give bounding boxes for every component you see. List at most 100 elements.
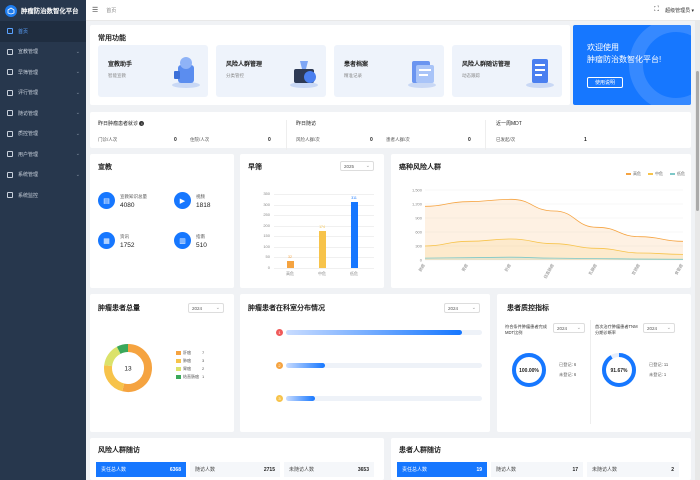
banner-line2: 肿瘤防治数智化平台! — [587, 55, 662, 64]
robot-illustration-icon — [172, 57, 200, 88]
pill-value: 2715 — [263, 466, 275, 473]
scrollbar-thumb[interactable] — [696, 71, 699, 211]
video-icon: ▶ — [174, 192, 191, 209]
app-title: 肿瘤防治数智化平台 — [21, 8, 79, 15]
sidebar-item-3[interactable]: 评行管理 ⌄ — [0, 83, 86, 104]
banner-line1: 欢迎使用 — [587, 43, 619, 52]
sidebar-item-2[interactable]: 早筛管理 ⌄ — [0, 62, 86, 83]
edu-video-label: 视频 — [196, 194, 205, 199]
mdt-initiated-value: 1 — [584, 137, 587, 143]
feature-card-risk-followup[interactable]: 风险人群随访管理 动态跟踪 — [452, 45, 562, 97]
patient-total-pill[interactable]: 责任总人数 19 — [397, 462, 487, 477]
risk-unfollowed-pill[interactable]: 未随访人数 3653 — [284, 462, 374, 477]
shield-illustration-icon — [290, 61, 318, 88]
indicator-done: 已登记: 6 — [559, 362, 577, 367]
total-value: 6 — [573, 372, 577, 377]
education-title: 宣教 — [98, 164, 112, 171]
edu-total-value: 4080 — [120, 202, 135, 209]
sidebar-item-6[interactable]: 用户管理 ⌄ — [0, 144, 86, 165]
dept-bar-fill[interactable] — [286, 363, 326, 368]
bar-中危[interactable] — [318, 231, 326, 268]
menu-item-icon — [7, 69, 13, 76]
y-tick-label: 600 — [415, 230, 422, 235]
sidebar-item-1[interactable]: 宣教管理 ⌄ — [0, 42, 86, 63]
guide-icon: ▥ — [174, 232, 191, 249]
y-tick-label: 0 — [267, 265, 270, 270]
bar-高危[interactable] — [286, 261, 294, 268]
page-scrollbar[interactable] — [695, 21, 700, 480]
sidebar-item-4[interactable]: 随访管理 ⌄ — [0, 103, 86, 124]
risk-followed-pill[interactable]: 随访人数 2715 — [190, 462, 280, 477]
quality-indicator-1: 首次治疗肿瘤患者TNM分期诊断率 2024 91.67% 已登记: 11 未登记: 1 — [595, 320, 681, 424]
done-label: 已登记 — [649, 362, 662, 367]
inpatient-value: 0 — [268, 137, 271, 143]
quality-title: 患者质控指标 — [507, 305, 549, 312]
user-menu[interactable]: 超级管理员 ▾ — [665, 7, 694, 14]
patient-followup-label: 患者人群/次 — [386, 137, 410, 142]
common-functions-title: 常用功能 — [98, 35, 126, 42]
legend-swatch — [176, 367, 181, 371]
dept-dist-year-select[interactable]: 2024 — [444, 303, 480, 313]
feature-card-patient-records[interactable]: 患者档案 精准记录 — [334, 45, 444, 97]
rank-badge: 1 — [276, 329, 283, 336]
risk-total-pill[interactable]: 责任总人数 6368 — [96, 462, 186, 477]
sidebar-item-label: 用户管理 — [18, 151, 39, 158]
bar-低危[interactable] — [350, 202, 358, 268]
done-value: 11 — [663, 362, 669, 367]
risk-followup-title: 风险人群随访 — [98, 447, 140, 454]
banner-text: 欢迎使用肿瘤防治数智化平台! — [587, 42, 687, 66]
breadcrumb[interactable]: 首页 — [106, 7, 654, 14]
screening-card: 早筛 2025 05010015020025030035032高危174中危31… — [240, 154, 384, 288]
patient-unfollowed-pill[interactable]: 未随访人数 2 — [587, 462, 679, 477]
sidebar-item-0[interactable]: 首页 — [0, 21, 86, 42]
x-tick-label: 宫颈癌 — [630, 263, 641, 276]
y-tick-label: 100 — [263, 243, 270, 249]
feature-card-risk-management[interactable]: 风险人群管理 分类管控 — [216, 45, 326, 97]
y-tick-label: 1,500 — [412, 188, 423, 193]
sidebar-item-5[interactable]: 质控管理 ⌄ — [0, 124, 86, 145]
dept-dist-title: 肿瘤患者在科室分布情况 — [248, 305, 325, 312]
pill-label: 未随访人数 — [289, 467, 315, 473]
donut-slice-1[interactable] — [104, 365, 125, 392]
patient-followup-title: 患者人群随访 — [399, 447, 441, 454]
y-tick-label: 0 — [420, 258, 423, 263]
donut-slice-3[interactable] — [116, 344, 129, 354]
patient-followup-card: 患者人群随访 责任总人数 19 随访人数 17 未随访人数 2 — [391, 438, 691, 480]
pill-label: 责任总人数 — [101, 467, 127, 473]
patient-followed-pill[interactable]: 随访人数 17 — [491, 462, 583, 477]
dept-bar-fill[interactable] — [286, 396, 316, 401]
divider — [286, 120, 287, 150]
donut-slice-2[interactable] — [104, 346, 121, 367]
feature-card-education[interactable]: 宣教助手 智能宣教 — [98, 45, 208, 97]
rank-badge: 2 — [276, 362, 283, 369]
indicator-year-select[interactable]: 2024 — [553, 323, 585, 333]
info-icon[interactable]: i — [139, 121, 145, 126]
menu-item-icon — [7, 89, 13, 96]
grid-line — [274, 194, 374, 195]
dept-bar-track — [286, 330, 482, 335]
app-logo[interactable]: 肿瘤防治数智化平台 — [0, 0, 86, 21]
dept-bar-fill[interactable] — [286, 330, 463, 335]
chevron-down-icon: ⌄ — [75, 69, 80, 76]
chevron-down-icon: ⌄ — [75, 130, 80, 137]
fullscreen-icon[interactable]: ⛶ — [654, 6, 659, 14]
y-tick-label: 900 — [415, 216, 422, 221]
sidebar-item-8[interactable]: 系统监控 — [0, 185, 86, 206]
total-label: 未登记 — [559, 372, 572, 377]
gauge-percent: 100.00% — [519, 368, 539, 374]
risk-followup-card: 风险人群随访 责任总人数 6368 随访人数 2715 未随访人数 3653 — [90, 438, 384, 480]
donut-center-value: 13 — [124, 366, 132, 373]
news-icon: ▦ — [98, 232, 115, 249]
total-label: 未登记 — [649, 372, 662, 377]
indicator-year-select[interactable]: 2024 — [643, 323, 675, 333]
user-guide-button[interactable]: 使用说明 — [587, 77, 623, 88]
chevron-down-icon: ⌄ — [75, 171, 80, 178]
legend-swatch — [176, 351, 181, 355]
logo-icon — [5, 4, 17, 17]
y-tick-label: 150 — [263, 233, 270, 239]
sidebar-item-label: 系统管理 — [18, 172, 39, 179]
hamburger-icon[interactable]: ☰ — [92, 6, 98, 14]
sidebar-item-7[interactable]: 系统管理 ⌄ — [0, 165, 86, 186]
risk-followup-value: 0 — [370, 137, 373, 143]
sidebar-item-label: 质控管理 — [18, 131, 39, 138]
